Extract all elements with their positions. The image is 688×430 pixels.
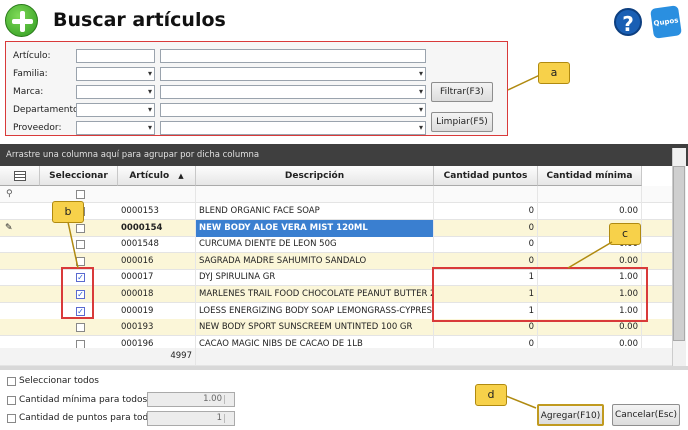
min-qty-all-label: Cantidad mínima para todos: (19, 395, 151, 405)
cell-descripcion: CURCUMA DIENTE DE LEON 50G (196, 236, 434, 254)
callout-c-arrow (567, 241, 613, 269)
proveedor-desc-select[interactable] (160, 121, 426, 135)
filter-cell-minima[interactable] (538, 186, 642, 203)
proveedor-label: Proveedor: (13, 123, 62, 133)
cell-articulo: 000017 (118, 269, 196, 287)
help-icon[interactable]: ? (614, 8, 642, 36)
add-button[interactable]: Agregar(F10) (537, 404, 604, 426)
column-header-cantidad-minima[interactable]: Cantidad mínima (538, 166, 642, 186)
table-row[interactable]: ✎0000154NEW BODY ALOE VERA MIST 120ML00.… (0, 219, 672, 237)
grid-filter-row: ⚲ (0, 186, 672, 203)
column-header-cantidad-puntos[interactable]: Cantidad puntos (434, 166, 538, 186)
grid-horizontal-scrollbar[interactable] (0, 366, 688, 370)
articulo-label: Artículo: (13, 51, 51, 61)
points-all-spinner[interactable]: 1 (147, 411, 235, 426)
cell-articulo: 0000153 (118, 203, 196, 220)
callout-d-arrow (505, 395, 537, 409)
articulo-desc-input[interactable] (160, 49, 426, 63)
cancel-button[interactable]: Cancelar(Esc) (612, 404, 680, 426)
departamento-label: Departamento: (13, 105, 82, 115)
articulo-header-label: Artículo (129, 171, 170, 181)
total-count: 4997 (118, 348, 196, 365)
cell-cantidad-minima: 0.00 (538, 203, 642, 220)
cell-articulo: 000019 (118, 302, 196, 320)
cell-articulo: 000193 (118, 319, 196, 337)
points-all-label: Cantidad de puntos para todos: (19, 413, 162, 423)
cell-descripcion: NEW BODY ALOE VERA MIST 120ML (196, 219, 434, 237)
filter-cell-descripcion[interactable] (196, 186, 434, 203)
page-title: Buscar artículos (53, 9, 226, 31)
cell-descripcion: MARLENES TRAIL FOOD CHOCOLATE PEANUT BUT… (196, 286, 434, 303)
clear-button[interactable]: Limpiar(F5) (431, 112, 493, 132)
sort-asc-icon: ▲ (178, 172, 184, 180)
familia-desc-select[interactable] (160, 67, 426, 81)
proveedor-select[interactable] (76, 121, 155, 135)
buscar-articulos-window: Buscar artículos ? Qupos Artículo: Famil… (0, 0, 688, 430)
cell-cantidad-puntos: 0 (434, 219, 538, 237)
cell-articulo: 000018 (118, 286, 196, 303)
min-qty-all-checkbox[interactable] (7, 396, 16, 405)
highlight-c (432, 267, 648, 322)
grid-columns-icon (13, 171, 26, 181)
row-edit-icon: ✎ (5, 222, 13, 233)
group-by-hint: Arrastre una columna aquí para agrupar p… (0, 144, 688, 166)
cell-cantidad-puntos: 0 (434, 236, 538, 254)
marca-select[interactable] (76, 85, 155, 99)
cell-articulo: 0000154 (118, 219, 196, 237)
min-qty-all-spinner[interactable]: 1.00 (147, 392, 235, 407)
column-header-seleccionar[interactable]: Seleccionar (40, 166, 118, 186)
column-header-descripcion[interactable]: Descripción (196, 166, 434, 186)
highlight-b (61, 267, 94, 319)
departamento-select[interactable] (76, 103, 155, 117)
filter-cell-articulo[interactable] (118, 186, 196, 203)
filter-panel: Artículo: Familia: Marca: Departamento: … (5, 41, 508, 136)
cell-articulo: 000016 (118, 252, 196, 270)
filter-cell-puntos[interactable] (434, 186, 538, 203)
familia-select[interactable] (76, 67, 155, 81)
filter-row-icon: ⚲ (6, 189, 13, 199)
select-all-checkbox[interactable] (7, 377, 16, 386)
callout-a: a (538, 62, 570, 84)
grid-scroll-thumb[interactable] (673, 166, 685, 341)
articulo-code-input[interactable] (76, 49, 155, 63)
column-header-articulo[interactable]: Artículo ▲ (118, 166, 196, 186)
cell-descripcion: DYJ SPIRULINA GR (196, 269, 434, 287)
column-chooser-header[interactable] (0, 166, 40, 186)
grid-footer-row: 4997 (0, 348, 672, 366)
cell-articulo: 0001548 (118, 236, 196, 254)
cell-descripcion: NEW BODY SPORT SUNSCREEM UNTINTED 100 GR (196, 319, 434, 337)
cell-descripcion: BLEND ORGANIC FACE SOAP (196, 203, 434, 220)
filter-select-checkbox[interactable] (76, 190, 85, 199)
callout-b-arrow (67, 221, 79, 269)
cell-cantidad-puntos: 0 (434, 203, 538, 220)
select-all-label: Seleccionar todos (19, 376, 99, 386)
departamento-desc-select[interactable] (160, 103, 426, 117)
cell-descripcion: LOESS ENERGIZING BODY SOAP LEMONGRASS-CY… (196, 302, 434, 320)
table-row[interactable]: 0000153 BLEND ORGANIC FACE SOAP 0 0.00 (0, 203, 672, 220)
marca-desc-select[interactable] (160, 85, 426, 99)
filter-button[interactable]: Filtrar(F3) (431, 82, 493, 102)
add-icon[interactable] (5, 4, 38, 37)
qupos-logo-icon: Qupos (650, 5, 682, 39)
points-all-checkbox[interactable] (7, 414, 16, 423)
row-select-checkbox[interactable] (76, 323, 85, 333)
familia-label: Familia: (13, 69, 48, 79)
cell-descripcion: SAGRADA MADRE SAHUMITO SANDALO (196, 252, 434, 270)
marca-label: Marca: (13, 87, 44, 97)
